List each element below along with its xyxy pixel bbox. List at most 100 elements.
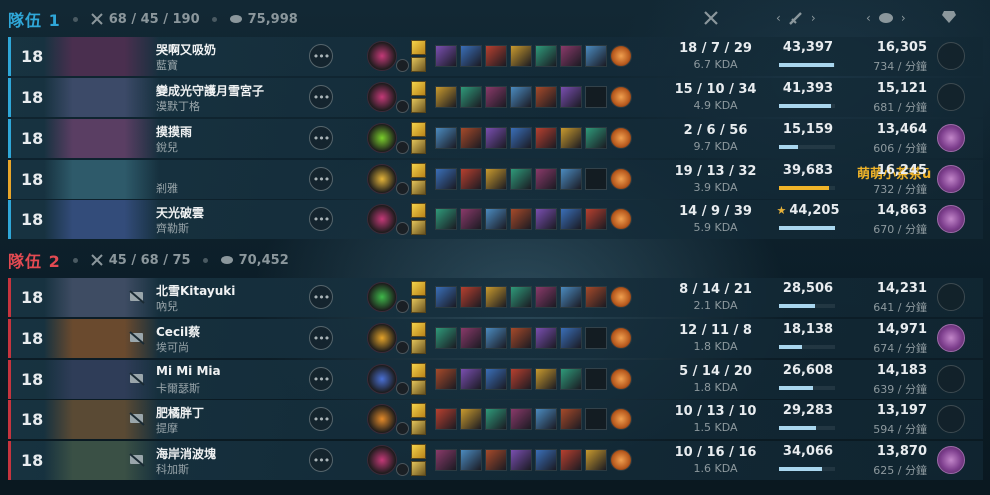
item-slot[interactable] xyxy=(485,408,507,430)
item-slot[interactable] xyxy=(435,127,457,149)
summoner-name[interactable]: 肥橘胖丁 xyxy=(156,404,204,421)
champion-portrait[interactable] xyxy=(44,78,159,117)
trinket-ward-icon[interactable] xyxy=(610,286,632,308)
player-row[interactable]: 18 北雪Kitayuki 吶兒 ••• 8 / 14 / 21 2.1 KDA 28,50… xyxy=(8,278,983,317)
summoner-spell-flash-icon[interactable] xyxy=(411,322,426,337)
item-slot[interactable] xyxy=(460,45,482,67)
summoner-name[interactable]: 摸摸雨 xyxy=(156,123,192,140)
item-slot[interactable] xyxy=(510,127,532,149)
keystone-rune-icon[interactable] xyxy=(367,282,397,312)
player-row[interactable]: 18 萌萌小茶茶ū 剎雅 ••• 19 / 13 / 32 3.9 KDA 39,683 16… xyxy=(8,160,983,199)
summoner-name[interactable]: 變成光守護月雪宮子 xyxy=(156,82,264,99)
item-slot[interactable] xyxy=(585,127,607,149)
summoner-spell-icon[interactable] xyxy=(411,420,426,435)
item-slot[interactable] xyxy=(510,368,532,390)
item-slot[interactable] xyxy=(485,286,507,308)
chat-muted-icon[interactable] xyxy=(129,331,145,345)
item-slot[interactable] xyxy=(435,449,457,471)
honor-button[interactable] xyxy=(937,42,965,70)
empty-item-slot[interactable] xyxy=(585,368,607,390)
keystone-rune-icon[interactable] xyxy=(367,404,397,434)
trinket-ward-icon[interactable] xyxy=(610,327,632,349)
summoner-spell-icon[interactable] xyxy=(411,139,426,154)
summoner-name[interactable]: 哭啊又吸奶 xyxy=(156,41,216,58)
secondary-rune-icon[interactable] xyxy=(396,300,409,313)
item-slot[interactable] xyxy=(435,327,457,349)
more-options-button[interactable]: ••• xyxy=(309,126,333,150)
player-row[interactable]: 18 海岸消波塊 科加斯 ••• 10 / 16 / 16 1.6 KDA 34,066 13… xyxy=(8,441,983,480)
item-slot[interactable] xyxy=(485,208,507,230)
secondary-rune-icon[interactable] xyxy=(396,182,409,195)
player-row[interactable]: 18 肥橘胖丁 提摩 ••• 10 / 13 / 10 1.5 KDA 29,283 13,1… xyxy=(8,400,983,439)
item-slot[interactable] xyxy=(460,327,482,349)
honor-button[interactable] xyxy=(937,324,965,352)
keystone-rune-icon[interactable] xyxy=(367,123,397,153)
chevron-left-icon[interactable]: ‹ xyxy=(866,11,871,25)
summoner-spell-icon[interactable] xyxy=(411,339,426,354)
champion-portrait[interactable] xyxy=(44,200,159,239)
empty-item-slot[interactable] xyxy=(585,168,607,190)
summoner-spell-flash-icon[interactable] xyxy=(411,444,426,459)
trinket-ward-icon[interactable] xyxy=(610,368,632,390)
item-slot[interactable] xyxy=(460,286,482,308)
keystone-rune-icon[interactable] xyxy=(367,445,397,475)
more-options-button[interactable]: ••• xyxy=(309,285,333,309)
keystone-rune-icon[interactable] xyxy=(367,364,397,394)
more-options-button[interactable]: ••• xyxy=(309,448,333,472)
honor-button[interactable] xyxy=(937,205,965,233)
summoner-spell-flash-icon[interactable] xyxy=(411,122,426,137)
item-slot[interactable] xyxy=(535,86,557,108)
kda-column-header[interactable] xyxy=(702,10,720,26)
item-slot[interactable] xyxy=(535,449,557,471)
honor-button[interactable] xyxy=(937,283,965,311)
item-slot[interactable] xyxy=(485,327,507,349)
item-slot[interactable] xyxy=(435,45,457,67)
summoner-name[interactable]: Cecil蔡 xyxy=(156,323,200,340)
item-slot[interactable] xyxy=(460,168,482,190)
gold-column-header[interactable]: ‹ › xyxy=(866,10,906,26)
chat-muted-icon[interactable] xyxy=(129,372,145,386)
player-row[interactable]: 18 Cecil蔡 埃可尚 ••• 12 / 11 / 8 1.8 KDA 18,138 14… xyxy=(8,319,983,358)
item-slot[interactable] xyxy=(510,208,532,230)
item-slot[interactable] xyxy=(535,408,557,430)
chat-muted-icon[interactable] xyxy=(129,412,145,426)
secondary-rune-icon[interactable] xyxy=(396,341,409,354)
secondary-rune-icon[interactable] xyxy=(396,222,409,235)
summoner-spell-icon[interactable] xyxy=(411,380,426,395)
secondary-rune-icon[interactable] xyxy=(396,59,409,72)
empty-item-slot[interactable] xyxy=(585,408,607,430)
more-options-button[interactable]: ••• xyxy=(309,367,333,391)
summoner-spell-flash-icon[interactable] xyxy=(411,163,426,178)
champion-portrait[interactable] xyxy=(44,37,159,76)
summoner-name[interactable]: 海岸消波塊 xyxy=(156,445,216,462)
keystone-rune-icon[interactable] xyxy=(367,323,397,353)
keystone-rune-icon[interactable] xyxy=(367,164,397,194)
item-slot[interactable] xyxy=(435,86,457,108)
more-options-button[interactable]: ••• xyxy=(309,326,333,350)
summoner-name[interactable]: Mi Mi Mia xyxy=(156,364,221,378)
chat-muted-icon[interactable] xyxy=(129,290,145,304)
summoner-spell-flash-icon[interactable] xyxy=(411,81,426,96)
player-row[interactable]: 18 變成光守護月雪宮子 漠默丁格 ••• 15 / 10 / 34 4.9 KDA 41,… xyxy=(8,78,983,117)
item-slot[interactable] xyxy=(510,168,532,190)
honor-button[interactable] xyxy=(937,405,965,433)
trinket-ward-icon[interactable] xyxy=(610,45,632,67)
summoner-spell-icon[interactable] xyxy=(411,98,426,113)
summoner-spell-icon[interactable] xyxy=(411,298,426,313)
honor-button[interactable] xyxy=(937,124,965,152)
item-slot[interactable] xyxy=(560,286,582,308)
trinket-ward-icon[interactable] xyxy=(610,208,632,230)
item-slot[interactable] xyxy=(460,449,482,471)
item-slot[interactable] xyxy=(460,208,482,230)
item-slot[interactable] xyxy=(585,449,607,471)
empty-item-slot[interactable] xyxy=(585,327,607,349)
honor-button[interactable] xyxy=(937,365,965,393)
item-slot[interactable] xyxy=(435,408,457,430)
player-row[interactable]: 18 摸摸雨 銳兒 ••• 2 / 6 / 56 9.7 KDA 15,159 13,464 6… xyxy=(8,119,983,158)
item-slot[interactable] xyxy=(535,327,557,349)
secondary-rune-icon[interactable] xyxy=(396,141,409,154)
player-row[interactable]: 18 Mi Mi Mia 卡爾瑟斯 ••• 5 / 14 / 20 1.8 KDA 26,6… xyxy=(8,360,983,399)
item-slot[interactable] xyxy=(585,45,607,67)
item-slot[interactable] xyxy=(560,208,582,230)
item-slot[interactable] xyxy=(510,449,532,471)
